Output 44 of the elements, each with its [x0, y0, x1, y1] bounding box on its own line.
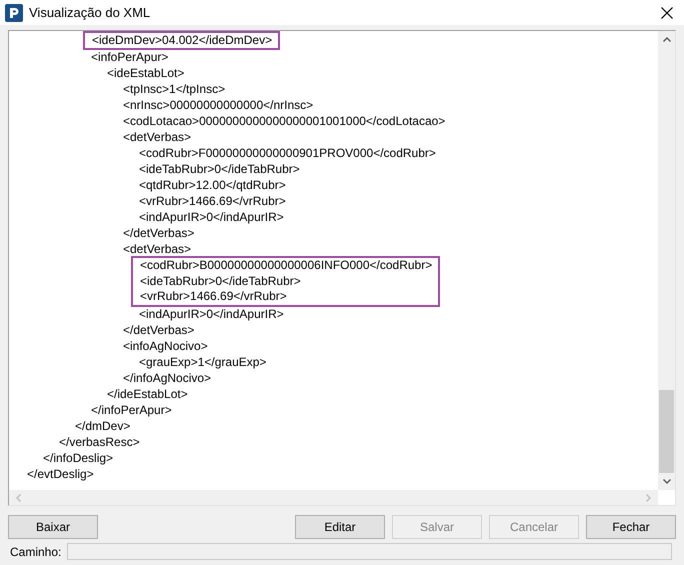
app-logo-icon — [5, 4, 23, 22]
xml-line: </infoPerApur> — [90, 402, 173, 418]
xml-line: <tpInsc>1</tpInsc> — [122, 81, 226, 98]
xml-line: <grauExp>1</grauExp> — [138, 354, 268, 370]
xml-line: <detVerbas> — [122, 129, 192, 146]
path-field[interactable] — [67, 543, 672, 560]
xml-line: <indApurIR>0</indApurIR> — [138, 306, 285, 322]
scroll-down-icon[interactable] — [662, 479, 670, 484]
xml-line: </infoDeslig> — [42, 450, 114, 466]
xml-viewer[interactable] — [8, 30, 676, 506]
action-button[interactable]: Editar — [295, 515, 385, 539]
xml-line: <infoAgNocivo> — [122, 338, 209, 354]
xml-line: </infoAgNocivo> — [122, 370, 212, 386]
action-button[interactable]: Fechar — [586, 515, 676, 539]
xml-line: <codRubr>B00000000000000006INFO000</codRubr> — [139, 258, 432, 274]
xml-line: </evtDeslig> — [26, 466, 95, 482]
xml-line: <infoPerApur> — [90, 49, 170, 66]
scroll-right-icon[interactable] — [646, 494, 651, 502]
xml-line: <indApurIR>0</indApurIR> — [138, 209, 285, 226]
horizontal-scrollbar[interactable] — [9, 490, 658, 505]
xml-line: <vrRubr>1466.69</vrRubr> — [139, 289, 288, 305]
xml-line: <vrRubr>1466.69</vrRubr> — [138, 193, 287, 210]
xml-line: <detVerbas> — [122, 241, 192, 258]
window-title: Visualização do XML — [29, 5, 152, 20]
xml-line: <ideTabRubr>0</ideTabRubr> — [138, 161, 301, 178]
xml-line: <ideDmDev>04.002</ideDmDev> — [91, 33, 272, 48]
close-icon[interactable] — [661, 6, 673, 18]
vertical-scrollbar[interactable] — [658, 31, 675, 490]
xml-line: <codRubr>F00000000000000901PROV000</codRubr> — [138, 145, 437, 162]
xml-line: </ideEstabLot> — [106, 386, 189, 402]
xml-line: <ideTabRubr>0</ideTabRubr> — [139, 274, 302, 290]
scrollbar-thumb[interactable] — [659, 390, 674, 473]
scroll-up-icon[interactable] — [662, 37, 670, 42]
scroll-left-icon[interactable] — [16, 494, 21, 502]
path-label: Caminho: — [10, 544, 62, 558]
xml-line: </dmDev> — [74, 418, 132, 434]
xml-line: <qtdRubr>12.00</qtdRubr> — [138, 177, 287, 194]
action-button[interactable]: Baixar — [8, 515, 98, 539]
xml-line: <codLotacao>0000000000000000001001000</codLotacao> — [122, 113, 446, 130]
xml-line: <nrInsc>00000000000000</nrInsc> — [122, 97, 314, 114]
xml-line: </detVerbas> — [122, 225, 196, 242]
xml-line: </verbasResc> — [58, 434, 141, 450]
xml-line: </detVerbas> — [122, 322, 196, 338]
xml-line: <ideEstabLot> — [106, 65, 186, 82]
